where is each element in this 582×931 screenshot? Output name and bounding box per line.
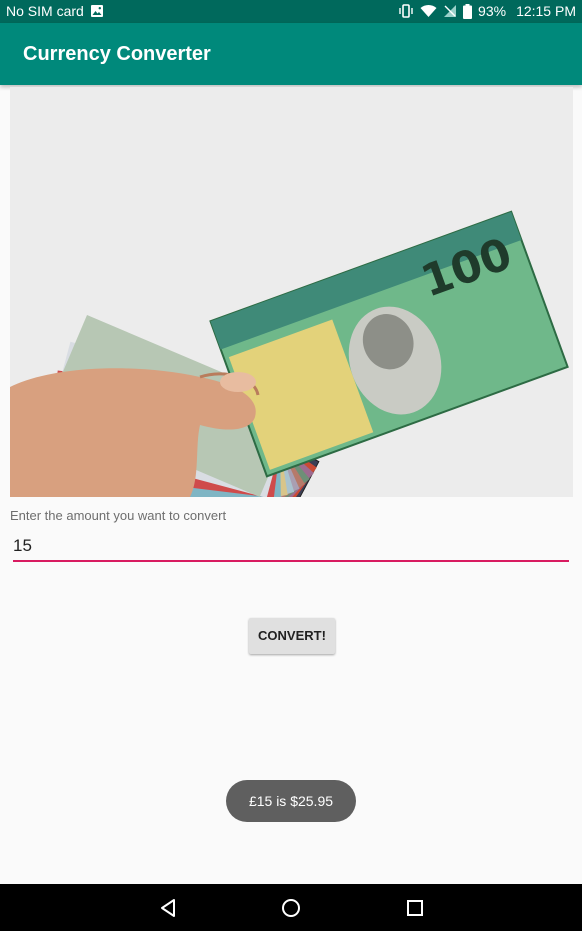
- banknotes-image: 10 500: [10, 87, 573, 497]
- no-sim-icon: [443, 4, 457, 18]
- back-icon[interactable]: [156, 896, 180, 920]
- result-toast: £15 is $25.95: [226, 780, 356, 822]
- battery-icon: [463, 3, 473, 19]
- convert-button[interactable]: CONVERT!: [249, 618, 335, 654]
- home-icon[interactable]: [279, 896, 303, 920]
- wifi-icon: [420, 4, 437, 18]
- app-title: Currency Converter: [23, 43, 211, 65]
- battery-percent: 93%: [478, 3, 507, 19]
- amount-input[interactable]: [13, 532, 569, 562]
- vibrate-icon: [398, 4, 414, 18]
- status-bar: No SIM card 93% 12:15 PM: [0, 0, 582, 23]
- recents-icon[interactable]: [403, 896, 427, 920]
- image-icon: [90, 4, 104, 18]
- amount-label: Enter the amount you want to convert: [10, 508, 227, 523]
- screen: No SIM card 93% 12:15 PM Currency Conver…: [0, 0, 582, 931]
- nav-bar: [0, 884, 582, 931]
- app-bar: Currency Converter: [0, 23, 582, 85]
- clock: 12:15 PM: [516, 3, 576, 19]
- carrier-text: No SIM card: [6, 3, 84, 19]
